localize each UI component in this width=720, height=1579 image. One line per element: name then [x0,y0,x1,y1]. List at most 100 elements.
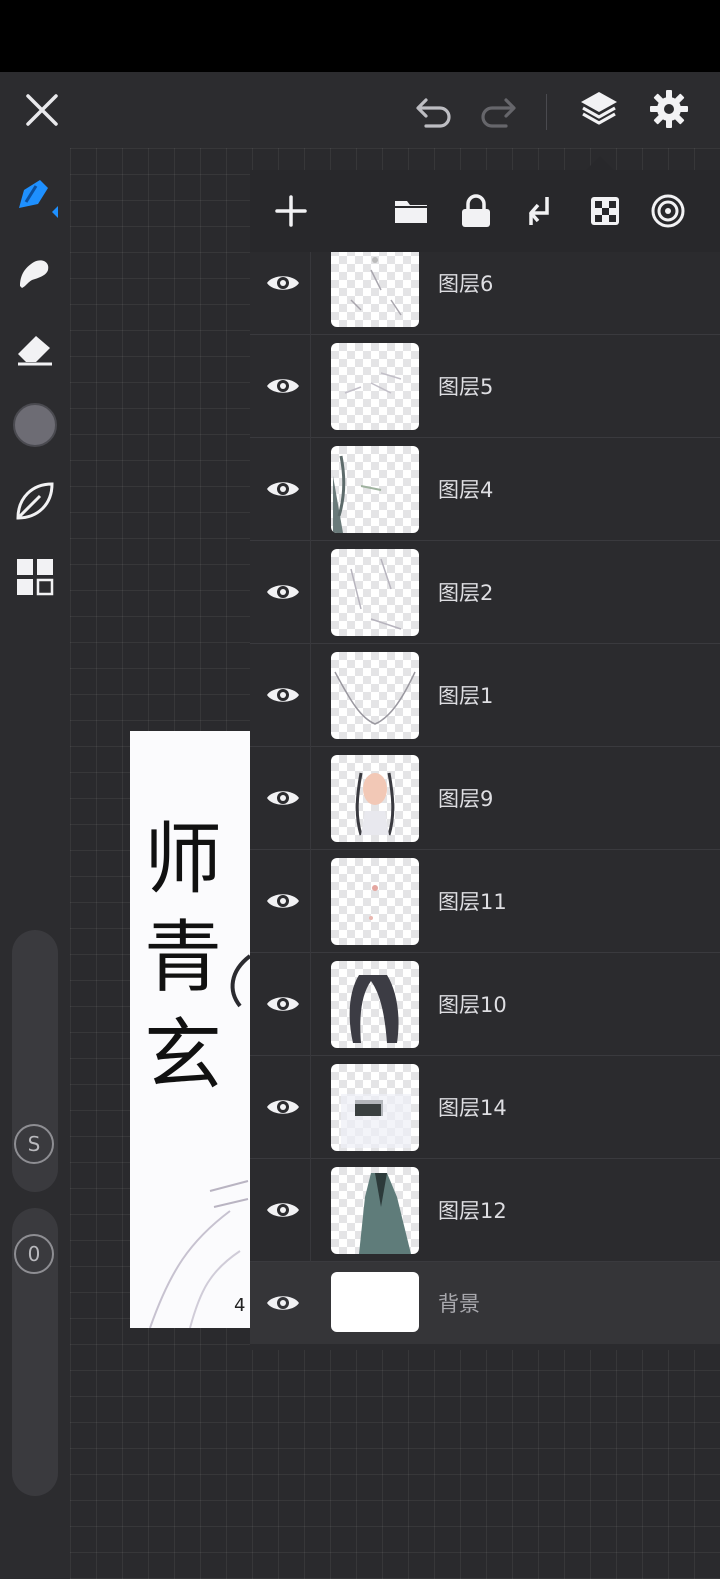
artwork-paper: 师 青 玄 [130,731,250,1328]
redo-icon [481,98,516,128]
layer-row[interactable]: 图层9 [250,747,720,850]
thumb-sketch [341,1094,411,1148]
thumb-sketch [334,671,416,725]
row-divider [310,252,311,335]
eye-icon [267,379,299,393]
eye-icon [267,276,299,290]
eye-icon [267,482,299,496]
layer-name: 图层12 [438,1199,507,1223]
brush-tool[interactable] [10,172,60,222]
thumb-sketch [350,257,402,316]
layer-name: 图层10 [438,993,507,1017]
layer-row[interactable]: 图层11 [250,850,720,953]
layer-row[interactable]: 图层10 [250,953,720,1056]
thumb-sketch [333,455,382,533]
layer-thumbnail [331,1167,419,1254]
visibility-toggle[interactable] [260,363,306,409]
layer-row[interactable]: 图层2 [250,541,720,644]
stabilizer-tool[interactable] [10,476,60,526]
close-button[interactable] [20,88,64,132]
eye-icon [267,1100,299,1114]
visibility-toggle[interactable] [260,981,306,1027]
lock-layer-button[interactable] [453,188,499,234]
calligraphy-char-1: 师 [144,815,223,905]
panel-pointer [586,156,614,170]
layer-name: 背景 [438,1292,480,1316]
layer-row[interactable]: 图层1 [250,644,720,747]
redo-button[interactable] [476,90,520,130]
layer-row-background[interactable]: 背景 [250,1262,720,1344]
eraser-tool[interactable] [10,324,60,374]
layer-row[interactable]: 图层5 [250,335,720,438]
visibility-toggle[interactable] [260,775,306,821]
thumb-sketch [349,975,399,1043]
brush-icon [19,180,58,218]
layer-name: 图层11 [438,890,507,914]
artwork-corner-digit: 4 [234,1295,246,1316]
layer-thumbnail [331,446,419,533]
undo-button[interactable] [412,90,456,130]
layers-toolbar [250,170,720,252]
layers-icon [581,92,617,125]
gallery-tool[interactable] [10,552,60,602]
layer-thumbnail [331,1272,419,1332]
layer-name: 图层5 [438,375,494,399]
merge-down-button[interactable] [518,188,564,234]
visibility-toggle[interactable] [260,260,306,306]
visibility-toggle[interactable] [260,569,306,615]
color-tool[interactable] [10,400,60,450]
layer-row[interactable]: 图层14 [250,1056,720,1159]
layer-row[interactable]: 图层4 [250,438,720,541]
folder-icon [395,201,427,223]
close-icon [26,94,58,126]
layer-name: 图层2 [438,581,494,605]
color-swatch [13,403,57,447]
status-bar [0,0,720,72]
visibility-toggle[interactable] [260,1187,306,1233]
add-layer-button[interactable] [268,188,314,234]
merge-down-icon [529,197,549,225]
add-folder-button[interactable] [388,188,434,234]
layer-row[interactable]: 图层6 [250,252,720,335]
visibility-toggle[interactable] [260,466,306,512]
layer-thumbnail [331,755,419,842]
reference-icon [651,194,685,228]
calligraphy-char-2: 青 [144,913,223,1003]
alpha-lock-button[interactable] [582,188,628,234]
eye-icon [267,688,299,702]
layers-button[interactable] [576,86,622,132]
layer-name: 图层6 [438,272,494,296]
layer-thumbnail [331,1064,419,1151]
eye-icon [267,1203,299,1217]
layer-thumbnail [331,858,419,945]
eye-icon [267,1296,299,1310]
layers-list[interactable]: 图层6 图层5 图层4 图层2 图层1 图层9 图层11 图层10 图层14 图… [250,252,720,1350]
opacity-slider-handle[interactable]: 0 [14,1234,54,1274]
settings-button[interactable] [646,86,692,132]
row-divider [310,1159,311,1262]
thumb-sketch [350,558,402,630]
visibility-toggle[interactable] [260,878,306,924]
eye-icon [267,894,299,908]
size-label: S [27,1132,41,1156]
smudge-icon [20,260,49,288]
eye-icon [267,585,299,599]
visibility-toggle[interactable] [260,1084,306,1130]
eraser-icon [18,336,52,366]
row-divider [310,541,311,644]
artwork-calligraphy: 师 青 玄 [144,811,222,1105]
size-slider-handle[interactable]: S [14,1124,54,1164]
smudge-tool[interactable] [10,248,60,298]
reference-button[interactable] [645,188,691,234]
calligraphy-char-3: 玄 [144,1011,223,1101]
layer-row[interactable]: 图层12 [250,1159,720,1262]
row-divider [310,953,311,1056]
layer-thumbnail [331,343,419,430]
row-divider [310,747,311,850]
visibility-toggle[interactable] [260,1280,306,1326]
artwork-figure-sketch [149,1180,249,1328]
thumb-sketch [344,372,402,394]
eye-icon [267,997,299,1011]
left-toolbar: S 0 [0,148,70,1579]
visibility-toggle[interactable] [260,672,306,718]
